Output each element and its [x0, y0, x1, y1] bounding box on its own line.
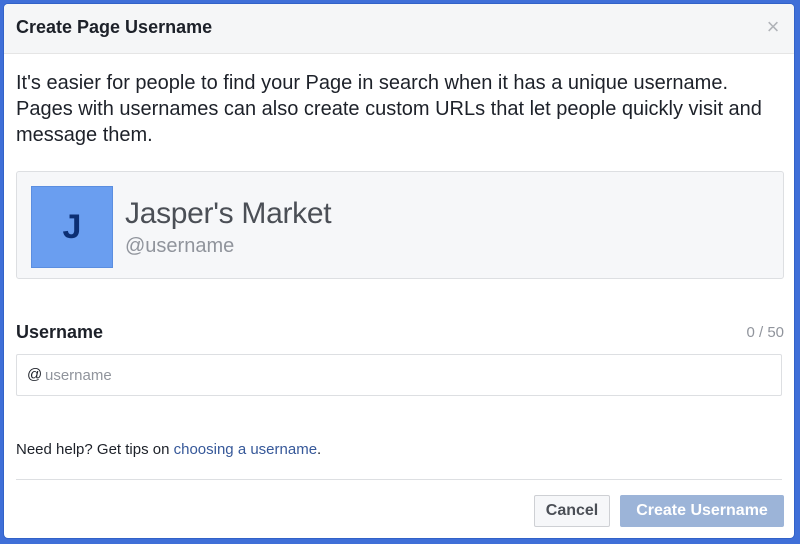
character-count: 0 / 50: [746, 324, 784, 341]
help-text-prefix: Need help? Get tips on: [16, 441, 174, 458]
page-avatar: J: [31, 186, 113, 268]
help-text-suffix: .: [317, 441, 322, 458]
create-username-dialog: Create Page Username × It's easier for p…: [4, 4, 794, 538]
username-field[interactable]: @: [16, 354, 782, 396]
username-input[interactable]: [45, 355, 765, 395]
username-label: Username: [16, 322, 104, 342]
close-icon[interactable]: ×: [762, 16, 784, 38]
dialog-header: Create Page Username ×: [4, 4, 794, 54]
page-name: Jasper's Market: [125, 197, 332, 230]
help-text: Need help? Get tips on choosing a userna…: [16, 441, 321, 458]
create-username-button[interactable]: Create Username: [620, 495, 784, 527]
page-preview-card: J Jasper's Market @username: [16, 171, 784, 279]
choosing-username-link[interactable]: choosing a username: [174, 441, 317, 458]
dialog-title: Create Page Username: [16, 17, 213, 37]
dialog-description: It's easier for people to find your Page…: [16, 72, 762, 146]
cancel-button[interactable]: Cancel: [534, 495, 610, 527]
at-prefix: @: [27, 366, 43, 383]
footer-divider: [16, 479, 782, 480]
page-handle: @username: [125, 235, 235, 257]
